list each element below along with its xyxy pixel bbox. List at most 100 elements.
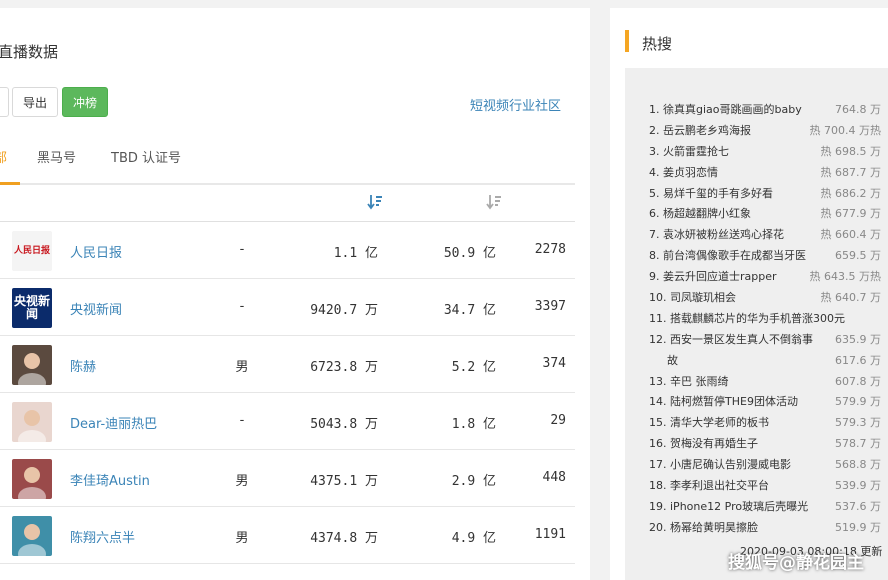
account-name[interactable]: Dear-迪丽热巴 (70, 413, 157, 432)
tab-tbd-verified[interactable]: TBD 认证号 (111, 147, 181, 166)
hot-search-item[interactable]: 11. 搭载麒麟芯片的华为手机普涨300元 (649, 309, 881, 330)
account-name[interactable]: 人民日报 (70, 242, 122, 261)
avatar[interactable] (12, 459, 52, 499)
hot-search-item[interactable]: 7. 袁冰妍被粉丝送鸡心择花 热 660.4 万 (649, 225, 881, 247)
hot-rank: 2. (649, 123, 660, 137)
hot-topic[interactable]: 故 (667, 351, 678, 372)
likes-count: 2.9 亿 (451, 474, 496, 489)
avatar[interactable]: 央视新闻 (12, 288, 52, 328)
hot-rank: 20. (649, 520, 667, 534)
hot-search-item[interactable]: 9. 姜云升回应道士rapper 热 643.5 万热 (649, 267, 881, 289)
hot-search-item[interactable]: 17. 小唐尼确认告别漫威电影 568.8 万 (649, 455, 881, 477)
hot-rank: 12. (649, 332, 667, 346)
likes-count: 4.9 亿 (451, 531, 496, 546)
hot-topic[interactable]: 李孝利退出社交平台 (670, 476, 769, 497)
likes-count: 1.8 亿 (451, 417, 496, 432)
hot-topic[interactable]: 辛巴 张雨绮 (670, 372, 729, 393)
fans-count: 4375.1 万 (310, 474, 378, 489)
hot-rank: 19. (649, 499, 667, 513)
tab-all[interactable]: 部 (0, 147, 7, 166)
hot-topic[interactable]: 姜云升回应道士rapper (663, 267, 777, 288)
hot-rank: 13. (649, 374, 667, 388)
table-row[interactable]: 陈赫 男 6723.8 万 5.2 亿 374 (0, 336, 575, 393)
account-name[interactable]: 陈翔六点半 (70, 527, 135, 546)
hot-topic[interactable]: 火箭雷霆抢七 (663, 142, 729, 163)
hot-search-item[interactable]: 故 617.6 万 (649, 350, 881, 372)
hot-search-item[interactable]: 16. 贺梅没有再婚生子 578.7 万 (649, 434, 881, 456)
gender-cell: 男 (235, 531, 249, 546)
hot-rank: 5. (649, 186, 660, 200)
hot-search-item[interactable]: 14. 陆柯燃暂停THE9团体活动 579.9 万 (649, 392, 881, 414)
hot-rank: 3. (649, 144, 660, 158)
hot-search-item[interactable]: 3. 火箭雷霆抢七 热 698.5 万 (649, 141, 881, 163)
community-link[interactable]: 短视频行业社区 (470, 95, 561, 114)
account-name[interactable]: 央视新闻 (70, 299, 122, 318)
gender-cell: - (239, 413, 245, 428)
hot-topic[interactable]: 清华大学老师的板书 (670, 413, 769, 434)
avatar[interactable] (12, 345, 52, 385)
account-name[interactable]: 李佳琦Austin (70, 470, 150, 489)
hot-search-item[interactable]: 5. 易烊千玺的手有多好看 热 686.2 万 (649, 183, 881, 205)
hot-topic[interactable]: 易烊千玺的手有多好看 (663, 184, 773, 205)
hot-search-item[interactable]: 2. 岳云鹏老乡鸡海报 热 700.4 万热 (649, 120, 881, 142)
hot-value: 热 687.7 万 (816, 162, 881, 184)
account-name[interactable]: 陈赫 (70, 356, 96, 375)
avatar[interactable] (12, 516, 52, 556)
hot-topic[interactable]: 前台湾偶像歌手在成都当牙医 (663, 246, 806, 267)
fans-count: 9420.7 万 (310, 303, 378, 318)
sort-desc-icon[interactable] (367, 193, 383, 211)
hot-topic[interactable]: 袁冰妍被粉丝送鸡心择花 (663, 225, 784, 246)
hot-search-item[interactable]: 8. 前台湾偶像歌手在成都当牙医 659.5 万 (649, 246, 881, 268)
title-accent-bar (625, 30, 629, 52)
hot-topic[interactable]: 徐真真giao哥跳画画的baby (663, 100, 802, 121)
hot-topic[interactable]: 搭载麒麟芯片的华为手机普涨300元 (670, 309, 845, 330)
works-count: 1191 (534, 527, 566, 542)
hot-search-item[interactable]: 1. 徐真真giao哥跳画画的baby 764.8 万 (649, 100, 881, 121)
hot-value: 579.3 万 (831, 413, 881, 435)
hot-topic[interactable]: 岳云鹏老乡鸡海报 (663, 121, 751, 142)
hot-topic[interactable]: 贺梅没有再婚生子 (670, 434, 758, 455)
hot-search-item[interactable]: 15. 清华大学老师的板书 579.3 万 (649, 413, 881, 435)
hot-search-item[interactable]: 10. 司凤璇玑相会 热 640.7 万 (649, 288, 881, 309)
fans-count: 1.1 亿 (333, 246, 378, 261)
hot-search-item[interactable]: 12. 西安一景区发生真人不倒翁事 635.9 万 (649, 329, 881, 351)
hot-search-item[interactable]: 6. 杨超越翻牌小红象 热 677.9 万 (649, 204, 881, 226)
gender-cell: 男 (235, 474, 249, 489)
table-row[interactable]: 陈翔六点半 男 4374.8 万 4.9 亿 1191 (0, 507, 575, 564)
hot-topic[interactable]: 小唐尼确认告别漫威电影 (670, 455, 791, 476)
table-row[interactable]: Dear-迪丽热巴 - 5043.8 万 1.8 亿 29 (0, 393, 575, 450)
hot-topic[interactable]: 姜贞羽恋情 (663, 163, 718, 184)
partial-button[interactable] (0, 87, 9, 117)
table-row[interactable]: 李佳琦Austin 男 4375.1 万 2.9 亿 448 (0, 450, 575, 507)
likes-count: 5.2 亿 (451, 360, 496, 375)
hot-topic[interactable]: 司凤璇玑相会 (670, 288, 736, 309)
sort-icon[interactable] (486, 193, 502, 211)
hot-topic[interactable]: iPhone12 Pro玻璃后壳曝光 (670, 497, 808, 518)
likes-count: 50.9 亿 (443, 246, 496, 261)
likes-count: 34.7 亿 (443, 303, 496, 318)
hot-search-item[interactable]: 20. 杨幂给黄明昊擦脸 519.9 万 (649, 517, 881, 539)
table-row[interactable]: 央视新闻 央视新闻 - 9420.7 万 34.7 亿 3397 (0, 279, 575, 336)
hot-value: 537.6 万 (831, 496, 881, 518)
works-count: 2278 (534, 242, 566, 257)
avatar[interactable]: 人民日报 (12, 231, 52, 271)
hot-search-item[interactable]: 4. 姜贞羽恋情 热 687.7 万 (649, 162, 881, 184)
rank-button[interactable]: 冲榜 (62, 87, 108, 117)
avatar[interactable] (12, 402, 52, 442)
hot-value: 635.9 万 (831, 329, 881, 351)
hot-search-item[interactable]: 13. 辛巴 张雨绮 607.8 万 (649, 371, 881, 393)
hot-topic[interactable]: 西安一景区发生真人不倒翁事 (670, 330, 813, 351)
export-button[interactable]: 导出 (12, 87, 58, 117)
hot-topic[interactable]: 杨超越翻牌小红象 (663, 204, 751, 225)
table-row[interactable]: 人民日报 人民日报 - 1.1 亿 50.9 亿 2278 (0, 222, 575, 279)
hot-value: 607.8 万 (831, 371, 881, 393)
hot-search-item[interactable]: 19. iPhone12 Pro玻璃后壳曝光 537.6 万 (649, 496, 881, 518)
hot-search-item[interactable]: 18. 李孝利退出社交平台 539.9 万 (649, 476, 881, 497)
hot-value: 热 640.7 万 (816, 288, 881, 309)
hot-topic[interactable]: 杨幂给黄明昊擦脸 (670, 518, 758, 539)
hot-rank: 6. (649, 207, 660, 221)
fans-count: 5043.8 万 (310, 417, 378, 432)
hot-search-panel: 热搜 1. 徐真真giao哥跳画画的baby 764.8 万 2. 岳云鹏老乡鸡海报… (610, 8, 888, 580)
hot-topic[interactable]: 陆柯燃暂停THE9团体活动 (670, 392, 798, 413)
tab-dark-horse[interactable]: 黑马号 (37, 147, 76, 166)
